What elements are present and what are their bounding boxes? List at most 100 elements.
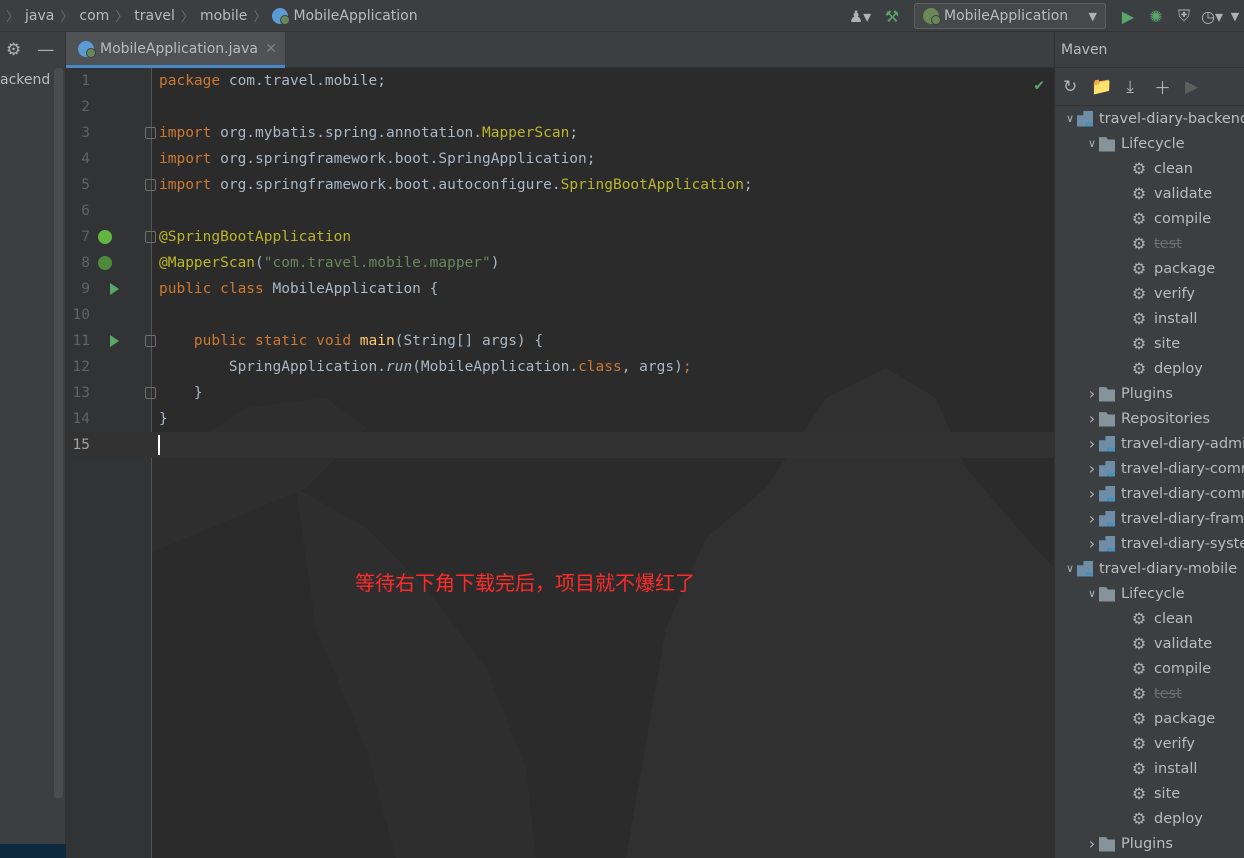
chevron-right-icon[interactable]: ›	[1085, 834, 1099, 853]
build-hammer-icon[interactable]: ⚒	[878, 2, 906, 30]
generate-sources-folder-icon[interactable]: 📁	[1091, 77, 1112, 97]
maven-tree-item[interactable]: ⚙ test	[1055, 231, 1244, 256]
add-icon[interactable]: ＋	[1154, 74, 1171, 99]
chevron-right-icon[interactable]: ›	[1085, 509, 1099, 528]
fold-marker-icon[interactable]	[145, 231, 156, 243]
maven-tree-label: Lifecycle	[1121, 135, 1185, 152]
maven-tree-item[interactable]: ∨ Lifecycle	[1055, 131, 1244, 156]
maven-tree-item[interactable]: › travel-diary-framework	[1055, 506, 1244, 531]
mapper-scan-icon[interactable]	[98, 256, 112, 270]
breadcrumb-item-java[interactable]: java	[25, 8, 54, 24]
code-line: 10	[66, 302, 1054, 328]
chevron-down-icon[interactable]: ∨	[1063, 112, 1077, 125]
maven-tree-label: Lifecycle	[1121, 585, 1185, 602]
maven-tree-label: install	[1154, 760, 1198, 777]
maven-tree-item[interactable]: › Plugins	[1055, 381, 1244, 406]
run-icon[interactable]: ▶	[1185, 77, 1198, 97]
maven-tree-item[interactable]: ∨ travel-diary-mobile	[1055, 556, 1244, 581]
gear-icon: ⚙	[1131, 159, 1147, 178]
keyword: class	[578, 359, 622, 375]
gear-icon: ⚙	[1131, 209, 1147, 228]
gear-icon: ⚙	[1131, 659, 1147, 678]
gear-icon: ⚙	[1131, 734, 1147, 753]
fold-marker-icon[interactable]	[145, 127, 156, 139]
breadcrumb-item-current[interactable]: MobileApplication	[272, 7, 418, 25]
maven-tree-item[interactable]: ⚙ clean	[1055, 156, 1244, 181]
maven-tree-label: verify	[1154, 735, 1195, 752]
chevron-right-icon[interactable]: ›	[1085, 434, 1099, 453]
fold-marker-icon[interactable]	[145, 179, 156, 191]
maven-tree-item[interactable]: ⚙ deploy	[1055, 356, 1244, 381]
reload-icon[interactable]: ↻	[1063, 77, 1077, 97]
line-number: 11	[72, 333, 90, 349]
maven-tree-item[interactable]: ⚙ compile	[1055, 656, 1244, 681]
chevron-right-icon[interactable]: ›	[1085, 409, 1099, 428]
maven-tree-item[interactable]: ⚙ verify	[1055, 731, 1244, 756]
maven-tree-label: package	[1154, 260, 1216, 277]
gear-icon: ⚙	[1131, 784, 1147, 803]
maven-tree-item[interactable]: ⚙ install	[1055, 306, 1244, 331]
run-configuration-select[interactable]: MobileApplication ▼	[914, 3, 1106, 29]
maven-tree-item[interactable]: ⚙ site	[1055, 781, 1244, 806]
maven-tree-item[interactable]: › Plugins	[1055, 831, 1244, 856]
maven-tree-item[interactable]: ⚙ site	[1055, 331, 1244, 356]
project-tree-item[interactable]: ackend	[0, 72, 50, 88]
line-number: 8	[81, 255, 90, 271]
more-chevron-down-icon[interactable]: ▼	[1226, 2, 1244, 30]
chevron-right-icon[interactable]: ›	[1085, 534, 1099, 553]
chevron-right-icon[interactable]: ›	[1085, 484, 1099, 503]
maven-tree-item[interactable]: › travel-diary-admin	[1055, 431, 1244, 456]
code-line: 3 import org.mybatis.spring.annotation.M…	[66, 120, 1054, 146]
download-icon[interactable]: ⤓	[1126, 77, 1134, 97]
maven-tree-item[interactable]: › travel-diary-common	[1055, 481, 1244, 506]
maven-tree-item[interactable]: ⚙ verify	[1055, 281, 1244, 306]
maven-tree-item[interactable]: ⚙ validate	[1055, 631, 1244, 656]
project-scrollbar[interactable]	[54, 68, 63, 798]
chevron-down-icon[interactable]: ∨	[1085, 587, 1099, 600]
chevron-right-icon[interactable]: ›	[1085, 384, 1099, 403]
breadcrumb-item-com[interactable]: com	[79, 8, 109, 24]
maven-tree-item[interactable]: ∨ travel-diary-backend	[1055, 106, 1244, 131]
maven-tree-item[interactable]: ⚙ test	[1055, 681, 1244, 706]
project-panel: ⚙ — ackend	[0, 32, 66, 858]
run-main-icon[interactable]	[110, 335, 119, 347]
maven-tree-item[interactable]: ⚙ compile	[1055, 206, 1244, 231]
line-number: 2	[81, 99, 90, 115]
maven-tree-item[interactable]: ⚙ deploy	[1055, 806, 1244, 831]
user-icon[interactable]: ♟▾	[842, 2, 878, 30]
line-number: 14	[72, 411, 90, 427]
maven-tree-item[interactable]: › Repositories	[1055, 406, 1244, 431]
annotation-note: 等待右下角下载完后，项目就不爆红了	[355, 571, 695, 595]
breadcrumb-separator: 〉	[180, 10, 194, 25]
string-literal: "com.travel.mobile.mapper"	[263, 255, 491, 271]
close-icon[interactable]: ✕	[265, 41, 277, 57]
code-line: 8 @MapperScan("com.travel.mobile.mapper"…	[66, 250, 1054, 276]
gear-icon[interactable]: ⚙	[6, 40, 21, 60]
maven-tree-item[interactable]: ⚙ package	[1055, 706, 1244, 731]
maven-tree-item[interactable]: ⚙ install	[1055, 756, 1244, 781]
tab-mobile-application[interactable]: MobileApplication.java ✕	[66, 32, 285, 68]
fold-marker-icon[interactable]	[145, 335, 156, 347]
debug-bug-icon[interactable]: ✺	[1142, 2, 1170, 30]
maven-tree-item[interactable]: ∨ Lifecycle	[1055, 581, 1244, 606]
run-icon[interactable]: ▶	[1114, 2, 1142, 30]
maven-module-icon	[1099, 535, 1115, 552]
chevron-right-icon[interactable]: ›	[1085, 459, 1099, 478]
maven-tree-item[interactable]: ⚙ validate	[1055, 181, 1244, 206]
maven-tree-item[interactable]: › travel-diary-common	[1055, 456, 1244, 481]
minimize-icon[interactable]: —	[37, 40, 54, 60]
maven-module-icon	[1099, 435, 1115, 452]
profile-icon[interactable]: ◷▾	[1198, 2, 1226, 30]
spring-bean-icon[interactable]	[98, 230, 112, 244]
chevron-down-icon[interactable]: ∨	[1085, 137, 1099, 150]
coverage-shield-icon[interactable]: ⛨	[1170, 2, 1198, 30]
chevron-down-icon[interactable]: ∨	[1063, 562, 1077, 575]
breadcrumb-item-mobile[interactable]: mobile	[200, 8, 247, 24]
breadcrumb-item-travel[interactable]: travel	[134, 8, 175, 24]
maven-tree-item[interactable]: ⚙ package	[1055, 256, 1244, 281]
maven-tree-item[interactable]: ⚙ clean	[1055, 606, 1244, 631]
run-class-icon[interactable]	[110, 283, 119, 295]
code-editor[interactable]: 1 package com.travel.mobile; ✔ 2 3 impor…	[66, 68, 1054, 858]
maven-tree-item[interactable]: › travel-diary-system	[1055, 531, 1244, 556]
fold-marker-icon[interactable]	[145, 387, 156, 399]
